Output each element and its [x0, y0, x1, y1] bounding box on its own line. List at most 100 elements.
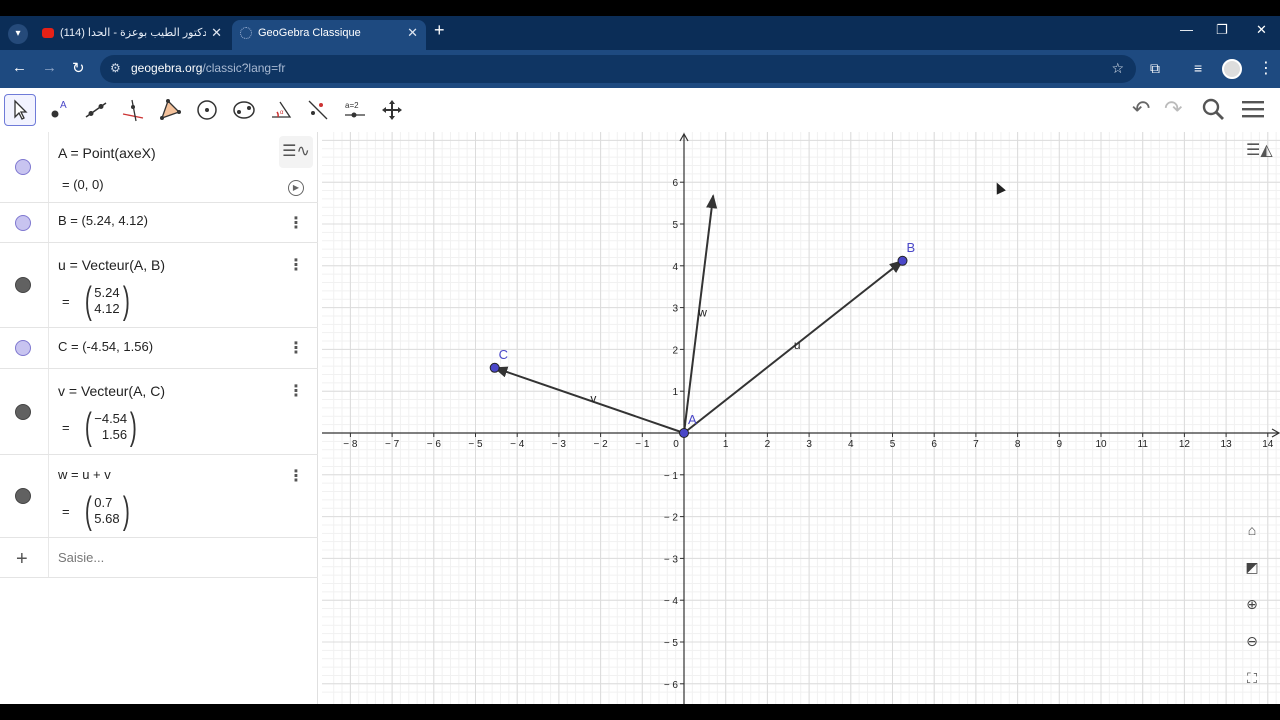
visibility-toggle[interactable] — [15, 404, 31, 420]
x-tick-label: − 8 — [343, 439, 358, 450]
undo-icon[interactable]: ↶ — [1132, 96, 1150, 122]
new-tab-icon[interactable]: + — [434, 20, 445, 41]
circle-tool-icon[interactable] — [191, 94, 223, 126]
play-animation-icon[interactable]: ▶ — [288, 180, 304, 196]
zoom-out-icon[interactable]: ⊖ — [1240, 629, 1264, 653]
y-tick-label: 2 — [672, 345, 678, 356]
line-tool-icon[interactable] — [80, 94, 112, 126]
view-settings-icon[interactable]: ◩ — [1240, 555, 1264, 579]
x-tick-label: 2 — [765, 439, 771, 450]
close-window-icon[interactable]: ✕ — [1256, 22, 1267, 38]
tab-search-chevron-icon[interactable]: ▾ — [8, 24, 28, 44]
search-icon[interactable] — [1200, 96, 1226, 128]
media-controls-icon[interactable]: ≡ — [1194, 60, 1202, 76]
x-tick-label: 4 — [848, 439, 854, 450]
redo-icon[interactable]: ↷ — [1164, 96, 1182, 122]
algebra-input-row[interactable]: + Saisie... — [0, 538, 318, 578]
youtube-icon — [42, 28, 54, 38]
minimize-icon[interactable]: — — [1180, 22, 1193, 37]
point-tool-icon[interactable]: A — [43, 94, 75, 126]
y-tick-label: − 1 — [664, 471, 679, 482]
graphics-view[interactable]: − 8− 7− 6− 5− 4− 3− 2− 1 0 1 2 3 4 5 6 7 8 9 10 11 12… — [322, 132, 1280, 704]
x-tick-label: − 4 — [510, 439, 525, 450]
perpendicular-tool-icon[interactable] — [117, 94, 149, 126]
reflect-tool-icon[interactable] — [302, 94, 334, 126]
input-bar[interactable]: Saisie... — [58, 550, 104, 565]
x-tick-label: − 2 — [594, 439, 609, 450]
svg-text:α: α — [280, 110, 284, 116]
letterbox-bottom — [0, 704, 1280, 720]
y-tick-label: 5 — [672, 220, 678, 231]
fullscreen-icon[interactable]: ⛶ — [1240, 666, 1264, 690]
conic-tool-icon[interactable] — [228, 94, 260, 126]
algebra-row-u[interactable]: u = Vecteur(A, B) ⋮ =( 5.24 4.12 ) — [0, 243, 318, 328]
algebra-row-B[interactable]: B = (5.24, 4.12) ⋮ — [0, 203, 318, 243]
x-tick-label: 6 — [931, 439, 937, 450]
row-menu-icon[interactable]: ⋮ — [288, 466, 304, 486]
browser-tabstrip: ▾ (114) الدكتور الطيب بوعزة - الحدا ✕ Ge… — [0, 16, 1280, 50]
add-item-icon[interactable]: + — [16, 548, 28, 571]
zoom-in-icon[interactable]: ⊕ — [1240, 592, 1264, 616]
visibility-toggle[interactable] — [15, 340, 31, 356]
extensions-icon[interactable]: ⧉ — [1150, 60, 1160, 77]
move-tool-icon[interactable] — [4, 94, 36, 126]
visibility-toggle[interactable] — [15, 488, 31, 504]
main-menu-icon[interactable] — [1240, 96, 1266, 128]
coordinate-plane[interactable]: − 8− 7− 6− 5− 4− 3− 2− 1 0 1 2 3 4 5 6 7 8 9 10 11 12… — [322, 132, 1280, 704]
algebra-row-C[interactable]: C = (-4.54, 1.56) ⋮ — [0, 328, 318, 369]
x-tick-label: 9 — [1057, 439, 1063, 450]
letterbox-top — [0, 0, 1280, 16]
visibility-toggle[interactable] — [15, 159, 31, 175]
tab-youtube[interactable]: (114) الدكتور الطيب بوعزة - الحدا ✕ — [34, 20, 230, 50]
point-B — [897, 255, 908, 266]
x-tick-label: − 3 — [552, 439, 567, 450]
algebra-row-v[interactable]: v = Vecteur(A, C) ⋮ =( −4.54 1.56 ) — [0, 369, 318, 455]
address-bar[interactable]: ⚙ geogebra.org/classic?lang=fr ☆ — [100, 55, 1136, 83]
row-menu-icon[interactable]: ⋮ — [288, 213, 304, 233]
point-label-B: B — [907, 240, 916, 255]
close-tab-icon[interactable]: ✕ — [407, 20, 418, 46]
x-tick-label: 11 — [1138, 439, 1149, 450]
svg-text:a=2: a=2 — [345, 101, 359, 110]
browser-menu-icon[interactable]: ⋮ — [1258, 58, 1274, 78]
row-menu-icon[interactable]: ⋮ — [288, 338, 304, 358]
screen: ▾ (114) الدكتور الطيب بوعزة - الحدا ✕ Ge… — [0, 0, 1280, 720]
site-info-icon[interactable]: ⚙ — [110, 61, 121, 75]
x-tick-label: 14 — [1262, 439, 1274, 450]
bookmark-star-icon[interactable]: ☆ — [1111, 60, 1124, 77]
algebra-row-w[interactable]: w = u + v ⋮ =( 0.7 5.68 ) — [0, 455, 318, 538]
profile-avatar[interactable] — [1222, 59, 1242, 79]
algebra-row-A[interactable]: A = Point(axeX) = (0, 0) ▶ — [0, 132, 318, 203]
close-tab-icon[interactable]: ✕ — [211, 20, 222, 46]
angle-tool-icon[interactable]: α — [265, 94, 297, 126]
home-icon[interactable]: ⌂ — [1240, 518, 1264, 542]
vector-value: =( −4.54 1.56 ) — [62, 406, 137, 448]
row-menu-icon[interactable]: ⋮ — [288, 255, 304, 275]
reload-icon[interactable]: ↻ — [72, 59, 85, 77]
graphics-style-bar-icon[interactable]: ☰◭ — [1246, 140, 1276, 164]
restore-icon[interactable]: ❐ — [1216, 22, 1228, 38]
back-icon[interactable]: ← — [12, 59, 27, 76]
y-tick-label: − 3 — [664, 554, 679, 565]
x-tick-label: 0 — [673, 439, 679, 450]
polygon-tool-icon[interactable] — [154, 94, 186, 126]
forward-icon[interactable]: → — [42, 59, 57, 76]
tab-geogebra[interactable]: GeoGebra Classique ✕ — [232, 20, 426, 50]
y-tick-label: 6 — [672, 178, 678, 189]
x-tick-label: 13 — [1221, 439, 1233, 450]
visibility-toggle[interactable] — [15, 215, 31, 231]
visibility-toggle[interactable] — [15, 277, 31, 293]
row-menu-icon[interactable]: ⋮ — [288, 381, 304, 401]
y-tick-label: − 2 — [664, 513, 679, 524]
definition-text: C = (-4.54, 1.56) — [58, 339, 154, 354]
tab-title: GeoGebra Classique — [258, 27, 361, 39]
geogebra-toolbar: A α a=2 ↶ ↷ — [0, 88, 1280, 132]
x-tick-label: − 5 — [468, 439, 483, 450]
point-label-A: A — [688, 412, 697, 427]
slider-tool-icon[interactable]: a=2 — [339, 94, 371, 126]
algebra-view: ☰∿ A = Point(axeX) = (0, 0) ▶ B = (5.24,… — [0, 132, 318, 704]
geogebra-icon — [240, 27, 252, 39]
x-tick-label: 1 — [723, 439, 729, 450]
y-tick-label: 3 — [672, 304, 678, 315]
move-view-tool-icon[interactable] — [376, 94, 408, 126]
